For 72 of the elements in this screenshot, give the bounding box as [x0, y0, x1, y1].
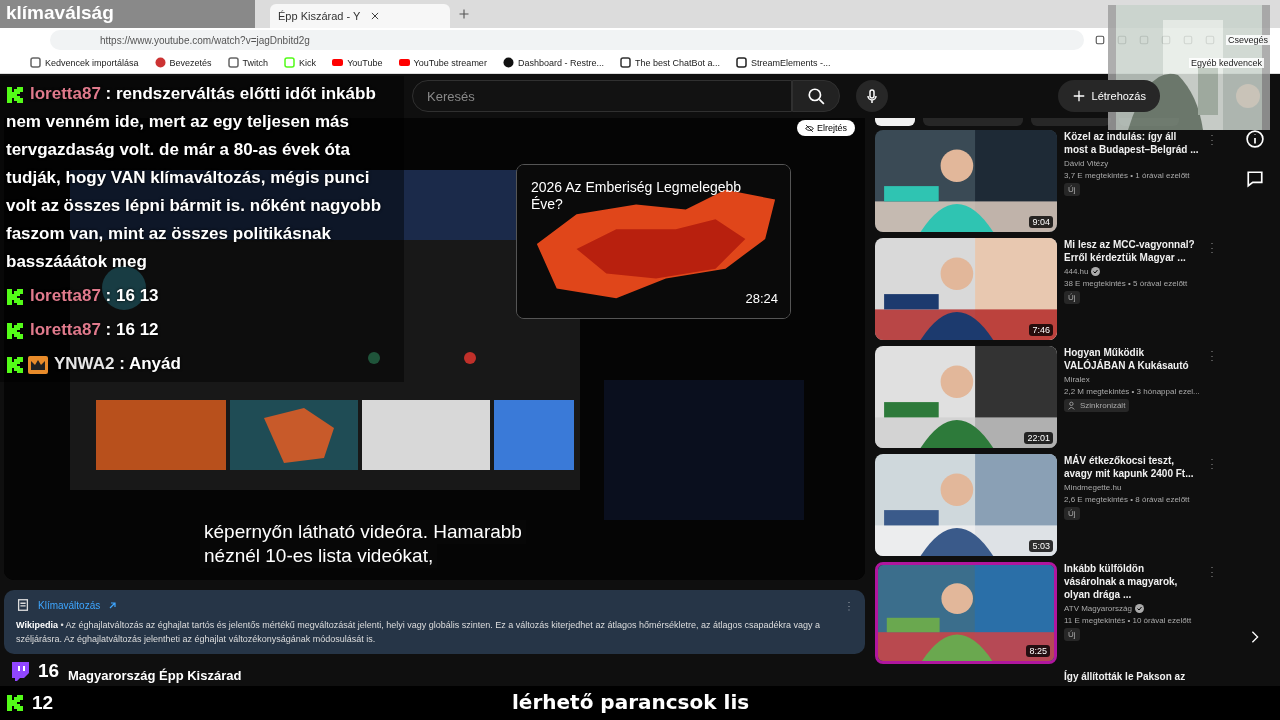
bookmark[interactable]: The best ChatBot a...	[619, 57, 720, 68]
plus-icon	[1071, 89, 1086, 103]
wikipedia-link[interactable]: Klímaváltozás	[38, 599, 101, 611]
video-badge: Új	[1064, 291, 1080, 304]
twitch-icon	[10, 661, 30, 681]
person-audio-icon	[1068, 401, 1077, 410]
plus-icon	[458, 8, 470, 20]
ticker-text: lérhető parancsok lis	[512, 690, 750, 714]
channel-name: Dávid Vitézy	[1064, 159, 1110, 168]
video-title: Hogyan Működik VALÓJÁBAN A Kukásautó	[1064, 346, 1190, 372]
video-meta: 11 E megtekintés • 10 órával ezelőtt	[1064, 616, 1193, 625]
bookmark[interactable]: Dashboard - Restre...	[502, 57, 604, 68]
bookmark[interactable]: Bevezetés	[154, 57, 212, 68]
video-item[interactable]: 7:46 Mi lesz az MCC-vagyonnal? Erről kérdeztük Magyar ... 444.hu 38 E megtekintés • 5 órával ezelőtt Új	[875, 238, 1225, 342]
channel-name: 444.hu	[1064, 267, 1199, 276]
browser-tab[interactable]: Épp Kiszárad - Y	[270, 4, 450, 28]
video-duration: 8:25	[1026, 645, 1050, 657]
youtube-icon	[398, 57, 410, 68]
close-icon	[370, 11, 381, 21]
channel-name: Mindmegette.hu	[1064, 483, 1123, 492]
viewer-count: 12	[0, 692, 54, 714]
video-duration: 7:46	[1029, 324, 1053, 336]
channel-name: Miralex	[1064, 375, 1091, 384]
bookmark[interactable]: YouTube	[332, 57, 383, 68]
video-thumbnail[interactable]: 22:01	[875, 346, 1057, 448]
youtube-icon	[332, 57, 344, 68]
video-thumbnail[interactable]: 5:03	[875, 454, 1057, 556]
bookmark[interactable]: Kick	[284, 57, 317, 68]
video-meta: 2,6 E megtekintés • 8 órával ezelőtt	[1064, 495, 1191, 504]
video-thumbnail[interactable]: 7:46	[875, 238, 1057, 340]
bookmark[interactable]: YouTube streamer	[398, 57, 487, 68]
video-item[interactable]: 9:04 Közel az indulás: így áll most a Budapest–Belgrád ... Dávid Vitézy 3,7 E megtekintés • 1 órával ezelőtt Új	[875, 130, 1225, 234]
filter-chip[interactable]	[875, 118, 915, 126]
video-item[interactable]: 22:01 Hogyan Működik VALÓJÁBAN A Kukásautó Miralex 2,2 M megtekintés • 3 hónappal ezel... Szinkronizált	[875, 346, 1225, 450]
bookmark[interactable]: StreamElements -...	[736, 57, 831, 68]
video-thumbnail[interactable]: 8:25	[875, 562, 1057, 664]
video-title: Inkább külföldön vásárolnak a magyarok, olyan drága ...	[1064, 562, 1179, 601]
chat-button[interactable]: Csevegés	[1225, 35, 1270, 45]
video-thumbnail[interactable]: 9:04	[875, 130, 1057, 232]
external-link-icon	[108, 600, 118, 610]
video-title: Mi lesz az MCC-vagyonnal? Erről kérdeztük Magyar ...	[1064, 238, 1196, 264]
search-icon	[807, 87, 825, 105]
mic-icon	[864, 88, 880, 104]
video-title: MÁV étkezőkocsi teszt, avagy mit kapunk 2400 Ft...	[1064, 454, 1195, 480]
search-button[interactable]	[792, 80, 840, 112]
search-field[interactable]: Keresés	[412, 80, 792, 112]
video-badge: Új	[1064, 183, 1080, 196]
video-badge: Új	[1064, 507, 1080, 520]
video-title: Közel az indulás: így áll most a Budapest–Belgrád ...	[1064, 130, 1199, 156]
video-badge: Új	[1064, 628, 1080, 641]
video-duration: 9:04	[1029, 216, 1053, 228]
video-meta: 3,7 E megtekintés • 1 órával ezelőtt	[1064, 171, 1191, 180]
video-title: Magyarország Épp Kiszárad	[68, 668, 242, 683]
document-icon	[16, 598, 30, 612]
video-duration: 5:03	[1029, 540, 1053, 552]
video-badge: Szinkronizált	[1064, 399, 1130, 412]
video-item[interactable]: 5:03 MÁV étkezőkocsi teszt, avagy mit kapunk 2400 Ft... Mindmegette.hu 2,6 E megtekintés • 8 órával ezelőtt Új	[875, 454, 1225, 558]
viewer-count: 16	[4, 660, 60, 682]
video-item[interactable]: 8:25 Inkább külföldön vásárolnak a magyarok, olyan drága ... ATV Magyarország 11 E megtekintés • 10 órával ezelőtt Új	[875, 562, 1225, 666]
card-text: Wikipedia • Az éghajlatváltozás az éghajlat tartós és jelentős mértékű megváltozását jelenti, helyi vagy globális szinten. Ez a változás kiterjedhet az átlagos hőmérsékletre, az átlagos csapadékra vagy a széljárásra. Az éghajlatváltozás jelentheti az éghajlat változékonyságának módosulását is.	[16, 619, 821, 646]
video-duration: 22:01	[1024, 432, 1053, 444]
video-meta: 38 E megtekintés • 5 órával ezelőtt	[1064, 279, 1189, 288]
mic-button[interactable]	[856, 80, 888, 112]
video-meta: 2,2 M megtekintés • 3 hónappal ezel...	[1064, 387, 1199, 396]
address-bar[interactable]: https://www.youtube.com/watch?v=jagDnbitd2g	[50, 30, 1084, 50]
channel-name: ATV Magyarország	[1064, 604, 1199, 613]
video-title[interactable]: Így állították le Pakson az	[1064, 670, 1186, 683]
create-button[interactable]: Létrehozás	[1057, 80, 1160, 112]
info-icon[interactable]	[1246, 130, 1264, 148]
bookmark[interactable]: Twitch	[227, 57, 269, 68]
topic-title: klímaválság	[0, 0, 255, 28]
bookmark[interactable]: Kedvencek importálása	[30, 57, 139, 68]
